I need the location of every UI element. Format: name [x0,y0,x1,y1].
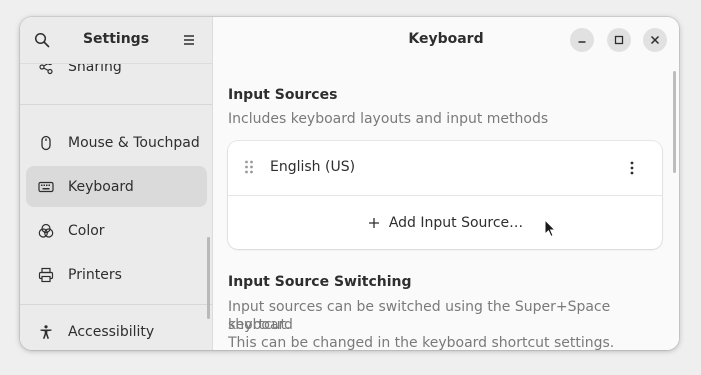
color-icon [37,222,55,240]
input-sources-description: Includes keyboard layouts and input meth… [228,111,549,127]
mouse-icon [37,134,55,152]
sidebar-item-accessibility[interactable]: Accessibility [26,311,207,350]
sidebar-item-label: Mouse & Touchpad [68,134,200,151]
sidebar-separator [20,304,212,305]
keyboard-icon [37,178,55,196]
sidebar-list: Sharing Mouse & Touchpad Keyboard Color … [20,64,212,350]
sidebar-item-keyboard[interactable]: Keyboard [26,166,207,207]
mouse-pointer-icon [544,219,556,238]
input-source-row[interactable]: English (US) [228,141,662,196]
sidebar-item-label: Printers [68,266,122,283]
printer-icon [37,266,55,284]
main-scrollbar[interactable] [673,71,676,173]
add-input-source-button[interactable]: Add Input Source… [228,196,662,249]
settings-window: Settings Sharing Mouse & Touchpad Keyboa… [20,17,679,350]
switching-description-line3: This can be changed in the keyboard shor… [228,335,615,350]
input-source-switching-heading: Input Source Switching [228,274,412,290]
sidebar-item-printers[interactable]: Printers [26,254,207,295]
sidebar-item-label: Accessibility [68,323,155,340]
sidebar-item-label: Color [68,222,105,239]
input-sources-card: English (US) Add Input Source… [228,141,662,249]
close-icon [650,35,660,45]
sidebar-item-label: Sharing [68,64,122,75]
switching-description-line2: shortcut. [228,317,291,333]
hamburger-menu-icon [184,35,194,45]
input-source-label: English (US) [270,159,356,175]
kebab-menu-icon [630,161,634,175]
main-header: Keyboard [213,17,679,63]
main-content: Keyboard Input Sources Includes keyboard… [213,17,679,350]
plus-icon [367,216,381,230]
share-icon [37,64,55,76]
sidebar-header: Settings [20,17,212,64]
input-sources-heading: Input Sources [228,87,338,103]
drag-handle-icon[interactable] [244,159,254,175]
sidebar-item-mouse-touchpad[interactable]: Mouse & Touchpad [26,122,207,163]
sidebar-scrollbar[interactable] [207,237,210,319]
minimize-button[interactable] [570,28,594,52]
sidebar: Settings Sharing Mouse & Touchpad Keyboa… [20,17,213,350]
maximize-button[interactable] [607,28,631,52]
minimize-icon [578,41,586,43]
more-options-button[interactable] [622,157,642,179]
accessibility-icon [37,323,55,341]
sidebar-item-sharing[interactable]: Sharing [26,64,207,87]
sidebar-item-color[interactable]: Color [26,210,207,251]
add-input-source-label: Add Input Source… [388,214,524,231]
close-button[interactable] [643,28,667,52]
menu-button[interactable] [178,29,200,51]
sidebar-separator [20,104,212,105]
maximize-icon [614,35,624,45]
sidebar-item-label: Keyboard [68,178,134,195]
